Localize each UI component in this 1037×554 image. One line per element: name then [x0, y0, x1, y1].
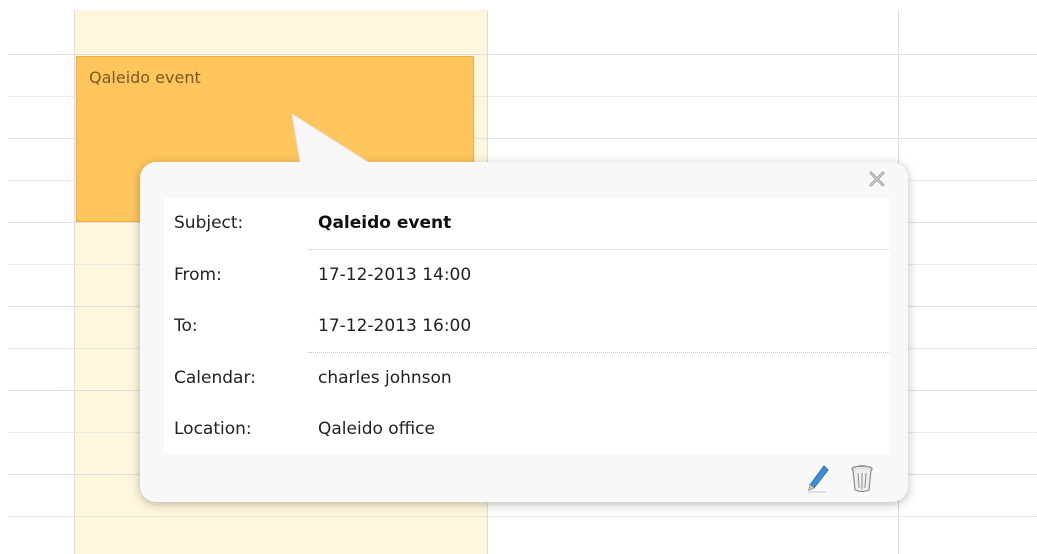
close-icon[interactable] [866, 168, 888, 190]
to-row: To: 17-12-2013 16:00 [164, 301, 890, 353]
location-row: Location: Qaleido office [164, 404, 890, 456]
from-label: From: [174, 265, 222, 285]
calendar-label: Calendar: [174, 368, 256, 388]
subject-label: Subject: [174, 213, 244, 233]
event-details-table: Subject: Qaleido event From: 17-12-2013 … [164, 198, 890, 454]
event-details-popup: Subject: Qaleido event From: 17-12-2013 … [140, 114, 908, 502]
popup-pointer [291, 114, 369, 163]
location-value: Qaleido office [318, 419, 435, 439]
half-hour-line [8, 516, 1037, 517]
from-row: From: 17-12-2013 14:00 [164, 250, 890, 302]
calendar-value: charles johnson [318, 368, 452, 388]
calendar-week-view: Qaleido event Subject: Qaleido event Fro… [0, 0, 1037, 554]
hour-line [8, 54, 1037, 55]
event-title: Qaleido event [89, 68, 201, 87]
to-value: 17-12-2013 16:00 [318, 316, 472, 336]
trash-icon[interactable] [848, 462, 876, 494]
subject-row: Subject: Qaleido event [164, 198, 890, 250]
pencil-icon[interactable] [804, 462, 832, 494]
calendar-row: Calendar: charles johnson [164, 353, 890, 405]
location-label: Location: [174, 419, 252, 439]
from-value: 17-12-2013 14:00 [318, 265, 472, 285]
to-label: To: [174, 316, 198, 336]
subject-value: Qaleido event [318, 213, 452, 233]
